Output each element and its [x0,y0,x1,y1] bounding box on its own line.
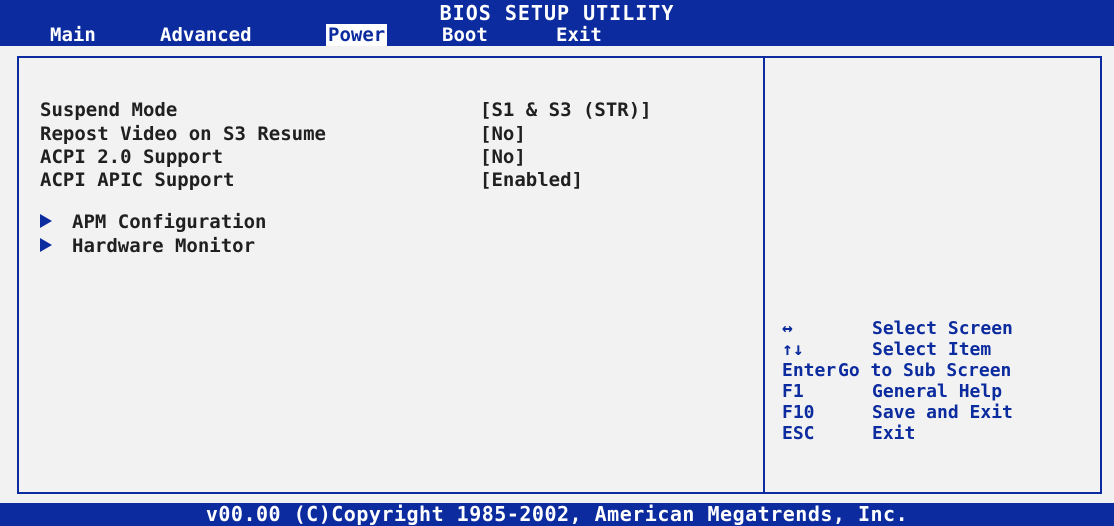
triangle-right-icon [40,214,52,228]
setting-label: Repost Video on S3 Resume [40,123,326,145]
help-row-enter: Enter Go to Sub Screen [782,360,1102,381]
menu-tabs: Main Advanced Power Boot Exit [0,24,1114,46]
help-desc: Exit [872,423,916,444]
copyright-footer: v00.00 (C)Copyright 1985-2002, American … [0,503,1114,526]
help-desc: Select Item [872,339,992,360]
help-row-f10: F10 Save and Exit [782,402,1102,423]
submenu-hardware-monitor[interactable]: Hardware Monitor [40,234,255,258]
title-bar: BIOS SETUP UTILITY Main Advanced Power B… [0,0,1114,46]
help-key: Enter [782,360,837,381]
help-row-select-item: ↑↓ Select Item [782,339,1102,360]
tab-power[interactable]: Power [326,24,388,46]
help-row-select-screen: ↔ Select Screen [782,318,1102,339]
up-down-arrows-icon: ↑↓ [782,339,804,360]
tab-main[interactable]: Main [48,24,98,46]
tab-advanced[interactable]: Advanced [158,24,254,46]
submenu-label: APM Configuration [72,211,267,233]
setting-value-suspend-mode[interactable]: [S1 & S3 (STR)] [480,98,652,122]
help-desc: General Help [872,381,1003,402]
setting-value-acpi-2-support[interactable]: [No] [480,145,526,169]
tab-exit[interactable]: Exit [554,24,604,46]
left-right-arrows-icon: ↔ [782,318,793,339]
help-key: F10 [782,402,815,423]
setting-value-repost-video[interactable]: [No] [480,122,526,146]
bios-title: BIOS SETUP UTILITY [439,1,675,25]
help-panel: ↔ Select Screen ↑↓ Select Item Enter Go … [782,318,1102,444]
tab-boot[interactable]: Boot [440,24,490,46]
submenu-label: Hardware Monitor [72,235,256,257]
help-desc: Save and Exit [872,402,1013,423]
help-key: F1 [782,381,804,402]
submenu-apm-configuration[interactable]: APM Configuration [40,210,266,234]
triangle-right-icon [40,238,52,252]
help-desc: Select Screen [872,318,1013,339]
help-row-esc: ESC Exit [782,423,1102,444]
panel-divider [763,56,765,494]
setting-label: Suspend Mode [40,99,178,121]
setting-label: ACPI APIC Support [40,169,235,191]
setting-value-acpi-apic-support[interactable]: [Enabled] [480,168,583,192]
help-row-f1: F1 General Help [782,381,1102,402]
help-desc: Go to Sub Screen [838,360,1012,381]
help-key: ESC [782,423,815,444]
setting-label: ACPI 2.0 Support [40,146,224,168]
